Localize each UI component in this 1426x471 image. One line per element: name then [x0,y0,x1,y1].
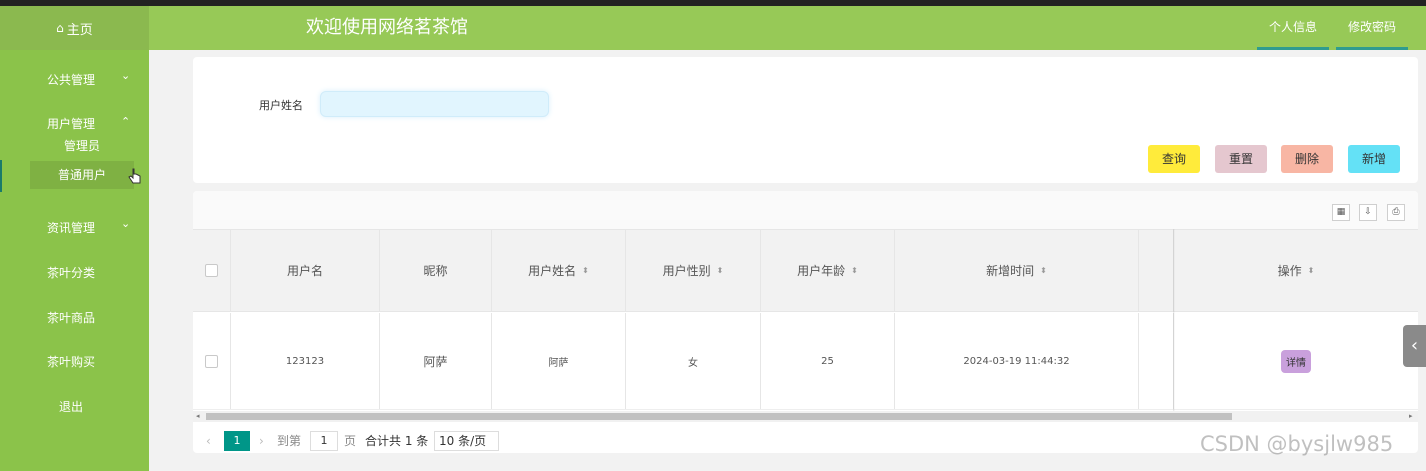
cell-age: 25 [761,313,895,409]
sidebar-item-logout[interactable]: 退出 [0,394,149,418]
site-title: 欢迎使用网络茗茶馆 [306,17,468,38]
export-icon[interactable]: ⇩ [1359,204,1377,221]
table-toolbar: ▦ ⇩ ⎙ [193,191,1418,229]
side-collapse-handle[interactable]: ‹ [1403,325,1426,367]
goto-page-input[interactable]: 1 [310,431,338,451]
realname-search-label: 用户姓名 [259,99,303,112]
delete-button[interactable]: 删除 [1281,145,1333,173]
sort-icon[interactable]: ⬍ [851,266,858,275]
row-checkbox-cell [193,313,231,409]
sidebar-item-label: 茶叶分类 [47,266,96,280]
sidebar-item-label: 公共管理 [47,73,96,87]
chevron-left-icon: ‹ [1410,335,1419,356]
table-row: 123123 阿萨 阿萨 女 25 2024-03-19 11:44:32 详情 [193,313,1418,410]
current-page[interactable]: 1 [224,431,250,451]
home-link[interactable]: ⌂ 主页 [0,6,149,50]
column-header-age[interactable]: 用户年龄 ⬍ [761,230,895,311]
cell-nickname: 阿萨 [380,313,492,409]
home-icon: ⌂ [56,21,64,35]
hand-cursor-icon [128,168,141,184]
cell-gender: 女 [626,313,761,409]
goto-label: 到第 [277,434,302,448]
sidebar-item-news[interactable]: 资讯管理 ⌄ [0,215,149,239]
select-all-checkbox[interactable] [205,264,218,277]
total-count: 合计共 1 条 [365,434,429,448]
change-password-link[interactable]: 修改密码 [1336,6,1408,50]
top-header: ⌂ 主页 欢迎使用网络茗茶馆 个人信息 修改密码 [0,6,1426,50]
cell-actions: 详情 [1174,313,1418,409]
active-indicator [0,160,2,192]
scrollbar-thumb[interactable] [206,413,1232,420]
column-header-hidden [1139,230,1174,311]
chevron-down-icon: ⌄ [121,69,131,82]
columns-icon[interactable]: ▦ [1332,204,1350,221]
sidebar-item-label: 茶叶购买 [47,355,96,369]
header-checkbox-cell [193,230,231,311]
sort-icon[interactable]: ⬍ [582,266,589,275]
horizontal-scrollbar[interactable]: ◂ ▸ [193,411,1418,422]
cell-realname: 阿萨 [492,313,626,409]
query-button[interactable]: 查询 [1148,145,1200,173]
column-header-nickname: 昵称 [380,230,492,311]
column-header-realname[interactable]: 用户姓名 ⬍ [492,230,626,311]
page-size-select[interactable]: 10 条/页 ⌄ [434,431,499,453]
sidebar-item-public[interactable]: 公共管理 ⌄ [0,67,149,91]
fixed-column-shadow [1173,229,1175,411]
column-header-gender[interactable]: 用户性别 ⬍ [626,230,761,311]
page-size-value: 10 条/页 [439,434,487,448]
add-button[interactable]: 新增 [1348,145,1400,173]
profile-link[interactable]: 个人信息 [1257,6,1329,50]
realname-search-input[interactable] [320,91,549,117]
chevron-down-icon: ⌄ [439,452,449,453]
sort-icon[interactable]: ⬍ [717,266,724,275]
prev-page-icon[interactable]: ‹ [206,431,211,451]
sort-icon[interactable]: ⬍ [1040,266,1047,275]
sidebar-item-label: 茶叶商品 [47,311,96,325]
detail-button[interactable]: 详情 [1281,349,1311,373]
page-unit-label: 页 [344,434,357,448]
sidebar-subitem-normal-user[interactable]: 普通用户 [30,161,134,189]
sidebar-item-label: 退出 [58,400,83,414]
watermark: CSDN @bysjlw985 [1200,432,1394,456]
data-table-panel: ▦ ⇩ ⎙ 用户名 昵称 用户姓名 ⬍ 用户性别 ⬍ 用户年龄 ⬍ 新增时间 ⬍ 操作 ⬍… [193,191,1418,453]
cell-username: 123123 [231,313,380,409]
sidebar-item-label: 用户管理 [47,117,96,131]
table-header: 用户名 昵称 用户姓名 ⬍ 用户性别 ⬍ 用户年龄 ⬍ 新增时间 ⬍ 操作 ⬍ [193,229,1418,312]
column-header-username: 用户名 [231,230,380,311]
chevron-down-icon: ⌄ [121,217,131,230]
cell-hidden [1139,313,1174,409]
sort-icon[interactable]: ⬍ [1308,266,1315,275]
next-page-icon[interactable]: › [259,431,264,451]
chevron-up-icon: ⌃ [121,115,131,128]
sidebar-subitem-admin[interactable]: 管理员 [30,132,134,160]
sidebar-item-tea-category[interactable]: 茶叶分类 [0,260,149,284]
column-header-created[interactable]: 新增时间 ⬍ [895,230,1139,311]
home-label: 主页 [66,22,93,38]
search-panel: 用户姓名 查询 重置 删除 新增 [193,57,1418,183]
scroll-left-icon[interactable]: ◂ [196,411,200,422]
row-checkbox[interactable] [205,354,218,368]
column-header-actions[interactable]: 操作 ⬍ [1174,230,1418,311]
cell-created: 2024-03-19 11:44:32 [895,313,1139,409]
reset-button[interactable]: 重置 [1215,145,1267,173]
sidebar-item-tea-goods[interactable]: 茶叶商品 [0,305,149,329]
sidebar: 公共管理 ⌄ 用户管理 ⌃ 管理员 普通用户 资讯管理 ⌄ 茶叶分类 茶叶商品 … [0,50,149,471]
sidebar-item-tea-purchase[interactable]: 茶叶购买 [0,349,149,373]
scroll-right-icon[interactable]: ▸ [1409,411,1413,422]
print-icon[interactable]: ⎙ [1387,204,1405,221]
sidebar-item-label: 资讯管理 [47,221,96,235]
